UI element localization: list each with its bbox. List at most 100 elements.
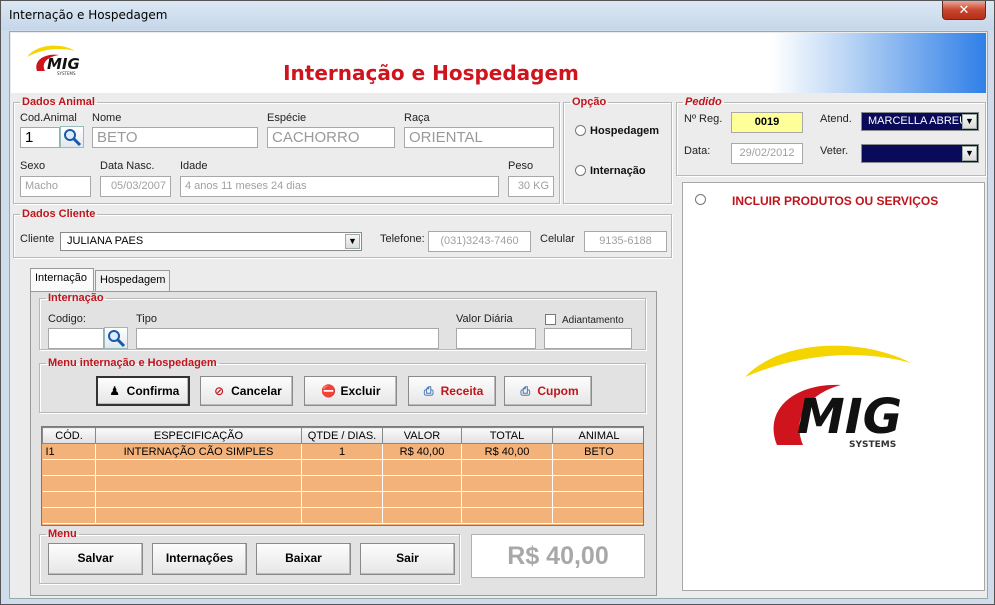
nasc-label: Data Nasc. xyxy=(100,160,155,172)
excluir-button[interactable]: ⛔ Excluir xyxy=(304,376,397,406)
cell-cod: I1 xyxy=(42,443,96,460)
radio-incluir[interactable] xyxy=(695,194,706,205)
total-display: R$ 40,00 xyxy=(471,534,645,578)
sexo-field[interactable]: Macho xyxy=(20,176,91,197)
col-total[interactable]: TOTAL xyxy=(461,427,553,444)
tipo-label: Tipo xyxy=(136,313,157,325)
search-icon xyxy=(64,129,82,147)
radio-internacao[interactable] xyxy=(575,165,586,176)
internacoes-button[interactable]: Internações xyxy=(152,543,247,575)
table-row[interactable] xyxy=(42,491,643,508)
adiantamento-field[interactable] xyxy=(544,328,632,349)
adiantamento-checkbox[interactable] xyxy=(545,314,556,325)
page-title: Internação e Hospedagem xyxy=(283,61,579,85)
cell-qtde: 1 xyxy=(301,443,383,460)
cancelar-button[interactable]: ⊘ Cancelar xyxy=(200,376,293,406)
items-table[interactable]: CÓD. ESPECIFICAÇÃO QTDE / DIAS. VALOR TO… xyxy=(41,426,644,526)
printer-icon: ⎙ xyxy=(423,384,434,398)
excluir-label: Excluir xyxy=(340,384,381,398)
celular-field[interactable]: 9135-6188 xyxy=(584,231,667,252)
veter-label: Veter. xyxy=(820,145,849,157)
raca-label: Raça xyxy=(404,112,430,124)
especie-field[interactable]: CACHORRO xyxy=(267,127,395,148)
produtos-panel: INCLUIR PRODUTOS OU SERVIÇOS MIG SYSTEMS xyxy=(682,182,985,591)
tab-hospedagem[interactable]: Hospedagem xyxy=(95,270,170,291)
internacao-legend: Internação xyxy=(48,292,104,304)
cliente-label: Cliente xyxy=(20,233,55,245)
cupom-label: Cupom xyxy=(537,384,579,398)
radio-internacao-label: Internação xyxy=(590,165,646,177)
incluir-label: INCLUIR PRODUTOS OU SERVIÇOS xyxy=(732,194,939,208)
logo-text: MIG xyxy=(797,389,902,445)
sair-button[interactable]: Sair xyxy=(360,543,455,575)
nreg-label: Nº Reg. xyxy=(684,113,723,125)
atend-select[interactable]: MARCELLA ABREU ▼ xyxy=(861,112,979,131)
salvar-button[interactable]: Salvar xyxy=(48,543,143,575)
telefone-field[interactable]: (031)3243-7460 xyxy=(428,231,531,252)
chevron-down-icon[interactable]: ▼ xyxy=(345,234,360,249)
menu-internacao-legend: Menu internação e Hospedagem xyxy=(48,357,217,369)
search-animal-button[interactable] xyxy=(60,126,84,148)
col-cod[interactable]: CÓD. xyxy=(42,427,96,444)
cell-especificacao: INTERNAÇÃO CÃO SIMPLES xyxy=(95,443,302,460)
nreg-field[interactable]: 0019 xyxy=(731,112,803,133)
atend-value: MARCELLA ABREU xyxy=(868,115,968,127)
nasc-field[interactable]: 05/03/2007 xyxy=(100,176,171,197)
data-field[interactable]: 29/02/2012 xyxy=(731,143,803,164)
logo-subtext: SYSTEMS xyxy=(57,71,76,76)
col-qtde[interactable]: QTDE / DIAS. xyxy=(301,427,383,444)
chevron-down-icon[interactable]: ▼ xyxy=(962,146,977,161)
tipo-field[interactable] xyxy=(136,328,439,349)
celular-label: Celular xyxy=(540,233,575,245)
peso-field[interactable]: 30 KG xyxy=(508,176,554,197)
idade-field[interactable]: 4 anos 11 meses 24 dias xyxy=(180,176,499,197)
cod-animal-field[interactable]: 1 xyxy=(20,127,60,148)
radio-hospedagem-label: Hospedagem xyxy=(590,125,660,137)
table-header-row: CÓD. ESPECIFICAÇÃO QTDE / DIAS. VALOR TO… xyxy=(42,427,643,444)
col-valor[interactable]: VALOR xyxy=(382,427,462,444)
cupom-button[interactable]: ⎙ Cupom xyxy=(504,376,592,406)
col-animal[interactable]: ANIMAL xyxy=(552,427,643,444)
printer-icon: ⎙ xyxy=(520,384,531,398)
application-window: Internação e Hospedagem ✕ MIG SYSTEMS In… xyxy=(0,0,995,605)
table-row[interactable] xyxy=(42,475,643,492)
valor-diaria-field[interactable] xyxy=(456,328,536,349)
raca-field[interactable]: ORIENTAL xyxy=(404,127,554,148)
nome-field[interactable]: BETO xyxy=(92,127,258,148)
cliente-legend: Dados Cliente xyxy=(22,208,96,220)
peso-label: Peso xyxy=(508,160,534,172)
idade-label: Idade xyxy=(180,160,208,172)
receita-button[interactable]: ⎙ Receita xyxy=(408,376,496,406)
table-row[interactable] xyxy=(42,459,643,476)
delete-icon: ⛔ xyxy=(321,384,336,398)
confirma-label: Confirma xyxy=(126,384,180,398)
table-row[interactable] xyxy=(42,507,643,524)
cliente-select[interactable]: JULIANA PAES ▼ xyxy=(60,232,362,251)
opcao-legend: Opção xyxy=(572,96,607,108)
tab-internacao[interactable]: Internação xyxy=(30,268,94,291)
close-button[interactable]: ✕ xyxy=(942,1,986,20)
sexo-label: Sexo xyxy=(20,160,46,172)
cancelar-label: Cancelar xyxy=(231,384,282,398)
animal-legend: Dados Animal xyxy=(22,96,95,108)
cell-animal: BETO xyxy=(552,443,643,460)
cod-animal-label: Cod.Animal xyxy=(20,112,77,124)
valor-diaria-label: Valor Diária xyxy=(456,313,513,325)
confirma-button[interactable]: ♟ Confirma xyxy=(96,376,190,406)
col-especificacao[interactable]: ESPECIFICAÇÃO xyxy=(95,427,302,444)
chevron-down-icon[interactable]: ▼ xyxy=(962,114,977,129)
atend-label: Atend. xyxy=(820,113,852,125)
search-internacao-button[interactable] xyxy=(104,327,128,349)
veter-select[interactable]: ▼ xyxy=(861,144,979,163)
telefone-label: Telefone: xyxy=(380,233,425,245)
codigo-field[interactable] xyxy=(48,328,104,349)
header-banner: MIG SYSTEMS Internação e Hospedagem xyxy=(11,33,986,93)
baixar-button[interactable]: Baixar xyxy=(256,543,351,575)
table-row[interactable]: I1 INTERNAÇÃO CÃO SIMPLES 1 R$ 40,00 R$ … xyxy=(42,443,643,460)
window-title: Internação e Hospedagem xyxy=(9,8,168,22)
cliente-value: JULIANA PAES xyxy=(67,235,144,247)
pedido-group: Pedido xyxy=(676,96,986,176)
radio-hospedagem[interactable] xyxy=(575,125,586,136)
people-icon: ♟ xyxy=(109,384,121,398)
pedido-legend: Pedido xyxy=(685,96,722,108)
